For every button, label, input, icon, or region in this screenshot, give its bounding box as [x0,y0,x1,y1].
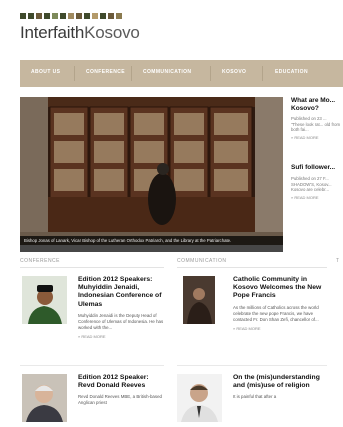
article-divider [20,365,164,366]
article-excerpt: It is painful that after a [233,394,277,400]
read-more-link[interactable]: » READ MORE [233,326,327,331]
article-excerpt: Revd Donald Reeves MBE, a British-based … [78,394,162,406]
speaker-photo[interactable] [22,276,67,324]
nav-item-about-us[interactable]: About Us [31,69,60,75]
library-photo [20,97,283,245]
article-title[interactable]: Catholic Community in Kosovo Welcomes th… [233,276,327,301]
author-photo[interactable] [177,374,222,422]
hero-image[interactable] [20,97,283,245]
logo-squares [20,13,122,19]
section-rule [177,267,327,268]
sidebar-teaser-excerpt: "These look rat... old from both fai... [291,121,341,133]
nav-separator [74,66,75,81]
nav-separator [131,66,132,81]
article-conference-2: Edition 2012 Speaker: Revd Donald Reeves… [78,374,164,406]
sidebar-edge-label: T [336,258,340,264]
sidebar-teaser[interactable]: Sufi follower... Published on 27 F... SH… [291,164,343,200]
logo-square [100,13,106,19]
article-excerpt: As the millions of Catholics across the … [233,304,319,322]
sidebar-teaser[interactable]: What are Mo... Kosovo? Published on 23 .… [291,97,343,140]
read-more-link[interactable]: » READ MORE [78,334,164,339]
logo-right: Kosovo [84,23,140,42]
section-heading-communication[interactable]: Communication [177,258,226,264]
nav-separator [210,66,211,81]
article-title[interactable]: On the (mis)understanding and (mis)use o… [233,374,327,390]
sidebar-teaser-excerpt: SHADOW'S, Kosov... Kosovo are celebr... [291,181,332,193]
sidebar-teaser-title[interactable]: Sufi follower... [291,164,343,172]
logo-square [92,13,98,19]
nav-separator [262,66,263,81]
article-title[interactable]: Edition 2012 Speakers: Muhyiddin Jenaidi… [78,276,164,309]
logo-square [52,13,58,19]
logo-square [116,13,122,19]
logo-square [76,13,82,19]
logo-left: Interfaith [20,23,85,42]
logo-square [20,13,26,19]
logo-square [68,13,74,19]
read-more-link[interactable]: » READ MORE [291,195,343,200]
hero-caption: Bishop Jonas of Lanark, Vicar Bishop of … [20,236,283,252]
nav-item-education[interactable]: Education [275,69,308,75]
logo-square [60,13,66,19]
section-rule [20,267,164,268]
article-divider [177,365,327,366]
article-title[interactable]: Edition 2012 Speaker: Revd Donald Reeves [78,374,164,390]
article-communication-1: Catholic Community in Kosovo Welcomes th… [233,276,327,331]
nav-item-conference[interactable]: Conference [86,69,125,75]
read-more-link[interactable]: » READ MORE [291,135,343,140]
logo-square [44,13,50,19]
logo-square [84,13,90,19]
logo-square [36,13,42,19]
section-heading-conference[interactable]: Conference [20,258,60,264]
nav-item-communication[interactable]: Communication [143,69,191,75]
article-conference-1: Edition 2012 Speakers: Muhyiddin Jenaidi… [78,276,164,339]
speaker-photo[interactable] [22,374,67,422]
pope-photo[interactable] [183,276,215,324]
sidebar-teaser-title[interactable]: What are Mo... Kosovo? [291,97,343,113]
site-logo[interactable]: InterfaithKosovo [20,23,140,43]
main-nav: About Us Conference Communication Kosovo… [20,60,343,87]
logo-square [108,13,114,19]
article-excerpt: Muhyiddin Jenaidi is the Deputy Head of … [78,312,164,330]
nav-item-kosovo[interactable]: Kosovo [222,69,246,75]
article-communication-2: On the (mis)understanding and (mis)use o… [233,374,327,400]
logo-square [28,13,34,19]
